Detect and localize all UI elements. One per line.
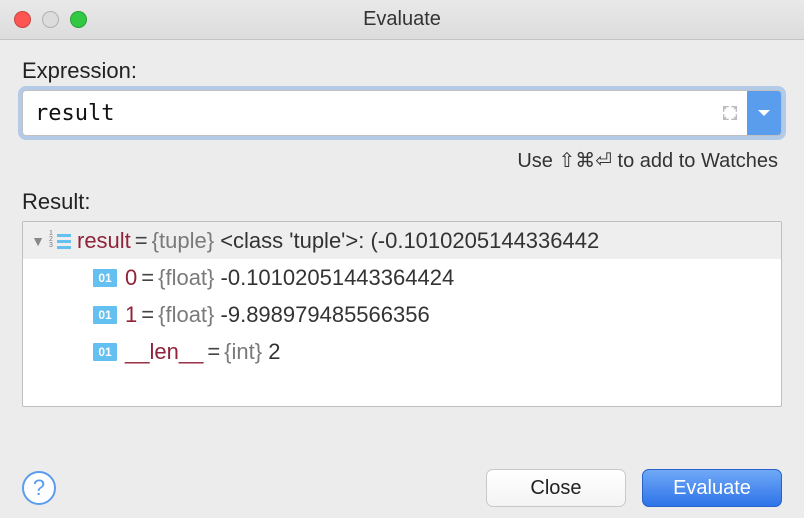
expression-input[interactable] <box>23 91 713 135</box>
scalar-icon: 01 <box>93 269 117 287</box>
watches-hint: Use ⇧⌘⏎ to add to Watches <box>22 148 778 173</box>
var-name: 1 <box>125 302 137 328</box>
var-name: 0 <box>125 265 137 291</box>
window-controls <box>0 11 87 28</box>
close-window-button[interactable] <box>14 11 31 28</box>
var-type: {tuple} <box>152 228 214 254</box>
expression-label: Expression: <box>22 58 782 84</box>
dialog-footer: ? Close Evaluate <box>0 458 804 518</box>
minimize-window-button[interactable] <box>42 11 59 28</box>
result-child-row[interactable]: 01 0 = {float} -0.10102051443364424 <box>23 259 781 296</box>
expression-field[interactable] <box>22 90 782 136</box>
var-preview: <class 'tuple'>: (-0.1010205144336442 <box>220 228 599 254</box>
titlebar: Evaluate <box>0 0 804 40</box>
result-root-row[interactable]: ▼ result = {tuple} <class 'tuple'>: (-0.… <box>23 222 781 259</box>
zoom-window-button[interactable] <box>70 11 87 28</box>
dialog-content: Expression: Use ⇧⌘⏎ to add to Watches Re… <box>0 40 804 407</box>
result-label: Result: <box>22 189 782 215</box>
evaluate-button[interactable]: Evaluate <box>642 469 782 507</box>
var-name: __len__ <box>125 339 203 365</box>
var-type: {float} <box>158 265 214 291</box>
var-value: 2 <box>268 339 280 365</box>
scalar-icon: 01 <box>93 343 117 361</box>
result-tree[interactable]: ▼ result = {tuple} <class 'tuple'>: (-0.… <box>22 221 782 407</box>
disclosure-triangle-icon[interactable]: ▼ <box>29 233 47 249</box>
var-name: result <box>77 228 131 254</box>
expression-history-dropdown[interactable] <box>747 91 781 135</box>
window-title: Evaluate <box>0 8 804 31</box>
expand-icon[interactable] <box>713 91 747 135</box>
var-type: {int} <box>224 339 262 365</box>
var-value: -0.10102051443364424 <box>221 265 455 291</box>
tuple-icon <box>49 232 71 250</box>
result-child-row[interactable]: 01 1 = {float} -9.898979485566356 <box>23 296 781 333</box>
var-type: {float} <box>158 302 214 328</box>
scalar-icon: 01 <box>93 306 117 324</box>
result-child-row[interactable]: 01 __len__ = {int} 2 <box>23 333 781 370</box>
close-button[interactable]: Close <box>486 469 626 507</box>
help-button[interactable]: ? <box>22 471 56 505</box>
var-value: -9.898979485566356 <box>221 302 430 328</box>
